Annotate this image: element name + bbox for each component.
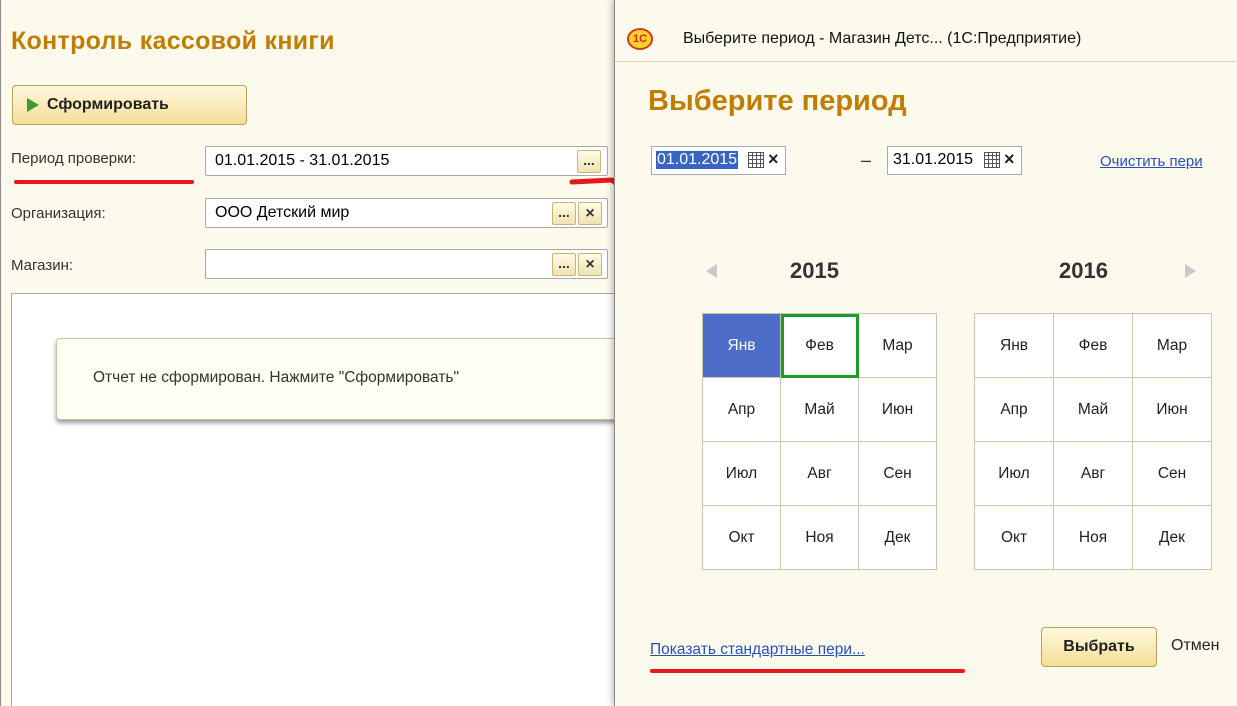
next-year-arrow-icon[interactable] bbox=[1185, 264, 1196, 278]
date-range-dash: – bbox=[861, 150, 872, 170]
month-feb-2015[interactable]: Фев bbox=[781, 314, 859, 378]
month-oct-2015[interactable]: Окт bbox=[703, 506, 781, 570]
date-from-field[interactable]: 01.01.2015 × bbox=[651, 146, 786, 175]
year-label-2015: 2015 bbox=[790, 258, 839, 283]
month-aug-2015[interactable]: Авг bbox=[781, 442, 859, 506]
month-oct-2016[interactable]: Окт bbox=[975, 506, 1054, 570]
period-field[interactable]: 01.01.2015 - 31.01.2015 ... bbox=[205, 146, 608, 176]
month-mar-2016[interactable]: Мар bbox=[1133, 314, 1212, 378]
period-value: 01.01.2015 - 31.01.2015 bbox=[215, 152, 390, 169]
show-standard-periods-link[interactable]: Показать стандартные пери... bbox=[650, 641, 865, 659]
month-jul-2016[interactable]: Июл bbox=[975, 442, 1054, 506]
store-label: Магазин: bbox=[11, 257, 74, 274]
date-from-clear-icon[interactable]: × bbox=[768, 149, 779, 170]
app-logo-icon: 1С bbox=[627, 28, 653, 50]
choose-button[interactable]: Выбрать bbox=[1041, 627, 1157, 667]
month-mar-2015[interactable]: Мар bbox=[859, 314, 937, 378]
generate-button-label: Сформировать bbox=[47, 96, 169, 113]
period-dialog: 1С Выберите период - Магазин Детс... (1С… bbox=[614, 0, 1237, 706]
month-dec-2015[interactable]: Дек bbox=[859, 506, 937, 570]
report-notice-text: Отчет не сформирован. Нажмите "Сформиров… bbox=[93, 369, 459, 386]
month-nov-2016[interactable]: Ноя bbox=[1054, 506, 1133, 570]
report-form: Контроль кассовой книги Сформировать Пер… bbox=[0, 0, 626, 706]
month-jun-2015[interactable]: Июн bbox=[859, 378, 937, 442]
store-field[interactable]: ... × bbox=[205, 249, 608, 279]
month-may-2015[interactable]: Май bbox=[781, 378, 859, 442]
dialog-titlebar[interactable]: 1С Выберите период - Магазин Детс... (1С… bbox=[615, 18, 1237, 62]
prev-year-arrow-icon[interactable] bbox=[706, 264, 717, 278]
date-to-field[interactable]: 31.01.2015 × bbox=[887, 146, 1022, 175]
organization-label: Организация: bbox=[11, 205, 106, 222]
month-sep-2016[interactable]: Сен bbox=[1133, 442, 1212, 506]
year-label-2016: 2016 bbox=[1059, 258, 1108, 283]
month-jan-2015[interactable]: Янв bbox=[703, 314, 781, 378]
dialog-heading: Выберите период bbox=[648, 85, 907, 117]
cancel-button[interactable]: Отмен bbox=[1171, 637, 1220, 655]
annotation-underline-period bbox=[14, 180, 194, 184]
month-apr-2016[interactable]: Апр bbox=[975, 378, 1054, 442]
month-apr-2015[interactable]: Апр bbox=[703, 378, 781, 442]
period-select-button[interactable]: ... bbox=[577, 150, 601, 173]
organization-clear-button[interactable]: × bbox=[578, 202, 602, 225]
organization-select-button[interactable]: ... bbox=[552, 202, 576, 225]
calendar-icon[interactable] bbox=[748, 152, 764, 168]
generate-button[interactable]: Сформировать bbox=[12, 85, 247, 125]
month-feb-2016[interactable]: Фев bbox=[1054, 314, 1133, 378]
period-label: Период проверки: bbox=[11, 150, 137, 167]
date-from-value: 01.01.2015 bbox=[656, 151, 739, 169]
annotation-underline-standard bbox=[650, 669, 965, 673]
date-to-value: 31.01.2015 bbox=[893, 151, 974, 168]
month-aug-2016[interactable]: Авг bbox=[1054, 442, 1133, 506]
store-select-button[interactable]: ... bbox=[552, 253, 576, 276]
month-jun-2016[interactable]: Июн bbox=[1133, 378, 1212, 442]
organization-value: ООО Детский мир bbox=[215, 204, 350, 221]
dialog-window-title: Выберите период - Магазин Детс... (1С:Пр… bbox=[683, 30, 1082, 47]
clear-period-link[interactable]: Очистить пери bbox=[1100, 153, 1203, 170]
play-icon bbox=[27, 98, 39, 112]
form-title: Контроль кассовой книги bbox=[11, 27, 335, 55]
month-sep-2015[interactable]: Сен bbox=[859, 442, 937, 506]
month-dec-2016[interactable]: Дек bbox=[1133, 506, 1212, 570]
report-notice: Отчет не сформирован. Нажмите "Сформиров… bbox=[56, 338, 626, 420]
date-to-clear-icon[interactable]: × bbox=[1004, 149, 1015, 170]
month-nov-2015[interactable]: Ноя bbox=[781, 506, 859, 570]
month-may-2016[interactable]: Май bbox=[1054, 378, 1133, 442]
organization-field[interactable]: ООО Детский мир ... × bbox=[205, 198, 608, 228]
month-jul-2015[interactable]: Июл bbox=[703, 442, 781, 506]
months-grid-2015: Янв Фев Мар Апр Май Июн Июл Авг Сен Окт … bbox=[702, 313, 937, 570]
month-jan-2016[interactable]: Янв bbox=[975, 314, 1054, 378]
months-grid-2016: Янв Фев Мар Апр Май Июн Июл Авг Сен Окт … bbox=[974, 313, 1212, 570]
store-clear-button[interactable]: × bbox=[578, 253, 602, 276]
calendar-icon[interactable] bbox=[984, 152, 1000, 168]
